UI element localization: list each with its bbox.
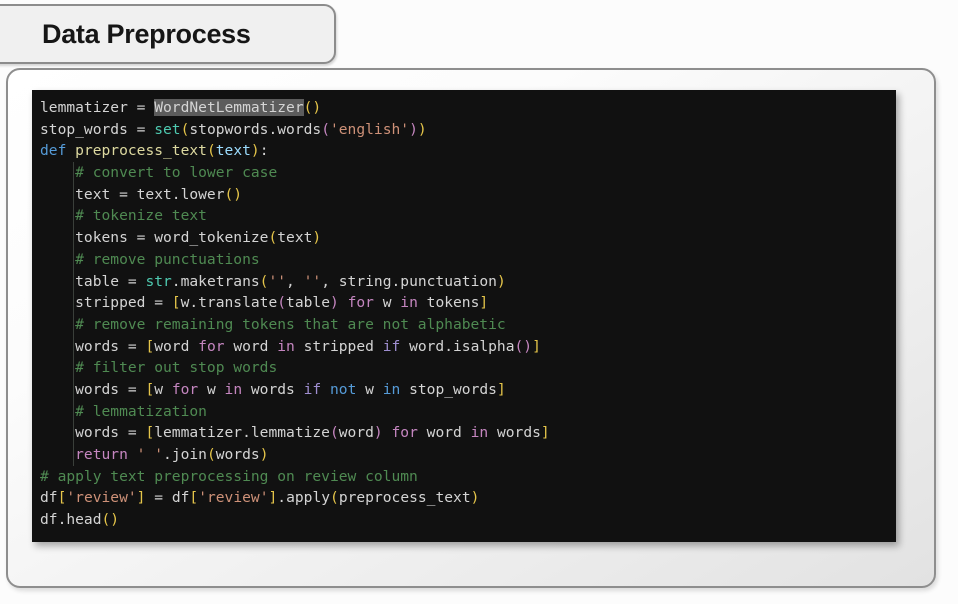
code-line: # convert to lower case (40, 162, 886, 184)
code-block[interactable]: lemmatizer = WordNetLemmatizer() stop_wor… (32, 90, 896, 542)
code-line: df['review'] = df['review'].apply(prepro… (40, 489, 480, 507)
code-line: # apply text preprocessing on review col… (40, 467, 418, 485)
code-line: table = str.maketrans('', '', string.pun… (40, 270, 886, 293)
code-line: tokens = word_tokenize(text) (40, 227, 886, 249)
code-line: # tokenize text (40, 205, 886, 227)
code-line: text = text.lower() (40, 183, 886, 206)
slide-title-chip: Data Preprocess (0, 4, 336, 64)
code-line: stripped = [w.translate(table) for w in … (40, 292, 886, 314)
code-line: words = [w for w in words if not w in st… (40, 378, 886, 401)
code-line: # remove punctuations (40, 248, 886, 271)
code-line: # lemmatization (40, 400, 886, 423)
slide-canvas: Data Preprocess lemmatizer = WordNetLemm… (0, 0, 958, 604)
code-line: lemmatizer = WordNetLemmatizer() (40, 99, 322, 116)
code-line: df.head() (40, 511, 120, 529)
code-line: words = [word for word in stripped if wo… (40, 335, 886, 358)
code-line: return ' '.join(words) (40, 444, 886, 466)
code-line: def preprocess_text(text): (40, 142, 269, 160)
page-title: Data Preprocess (42, 18, 251, 49)
code-line: # remove remaining tokens that are not a… (40, 313, 886, 336)
code-line: stop_words = set(stopwords.words('englis… (40, 120, 427, 138)
code-line: # filter out stop words (40, 357, 886, 379)
code-content[interactable]: lemmatizer = WordNetLemmatizer() stop_wor… (32, 97, 896, 531)
code-line: words = [lemmatizer.lemmatize(word) for … (40, 422, 886, 444)
